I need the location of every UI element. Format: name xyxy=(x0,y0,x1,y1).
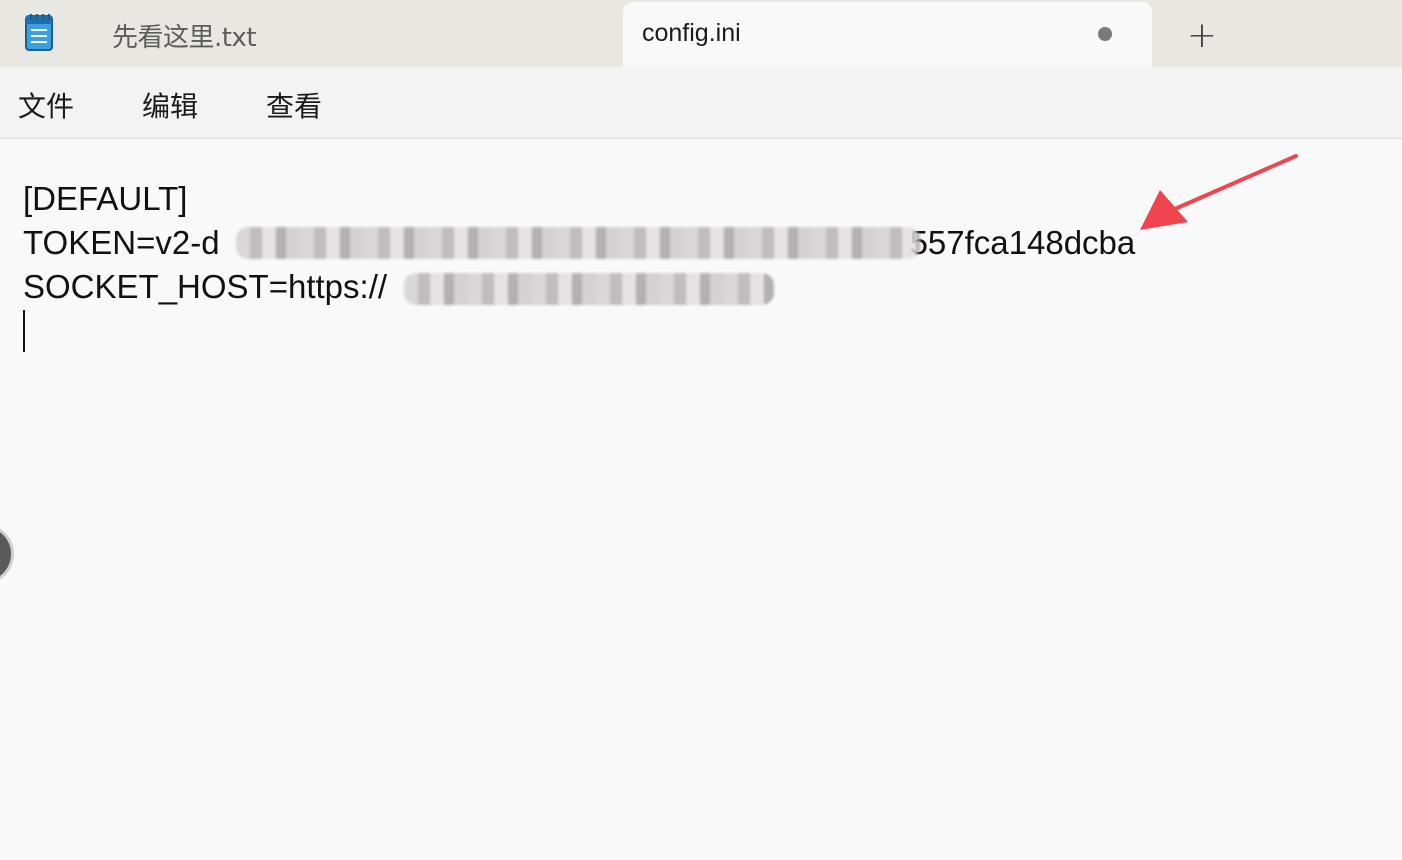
tab-bar: 先看这里.txt config.ini + xyxy=(0,0,1402,67)
red-arrow-icon xyxy=(1140,154,1298,230)
redaction-blur xyxy=(236,227,920,259)
tab-readme[interactable]: 先看这里.txt xyxy=(88,0,618,67)
side-handle[interactable] xyxy=(0,524,14,584)
text-cursor xyxy=(23,310,25,352)
menu-view[interactable]: 查看 xyxy=(266,85,322,125)
editor-line-3: SOCKET_HOST=https:// xyxy=(23,267,387,307)
host-prefix: SOCKET_HOST=https:// xyxy=(23,268,388,305)
text-editor[interactable]: [DEFAULT] TOKEN=v2-d 557fca148dcba SOCKET… xyxy=(0,139,1402,860)
menu-file[interactable]: 文件 xyxy=(18,85,74,125)
editor-line-1: [DEFAULT] xyxy=(23,179,187,219)
tab-label: config.ini xyxy=(642,19,741,47)
redaction-blur xyxy=(404,273,774,305)
menu-bar: 文件 编辑 查看 xyxy=(0,67,1402,139)
tab-label: 先看这里.txt xyxy=(112,23,257,53)
notepad-icon xyxy=(25,14,53,51)
tab-config-ini[interactable]: config.ini xyxy=(623,2,1152,67)
new-tab-button[interactable]: + xyxy=(1176,14,1228,56)
token-prefix: TOKEN=v2-d xyxy=(23,224,220,261)
menu-edit[interactable]: 编辑 xyxy=(142,85,198,125)
unsaved-dot-icon[interactable] xyxy=(1098,27,1112,41)
token-suffix: 557fca148dcba xyxy=(909,224,1136,261)
plus-icon: + xyxy=(1186,14,1218,56)
line-text: [DEFAULT] xyxy=(23,180,188,217)
